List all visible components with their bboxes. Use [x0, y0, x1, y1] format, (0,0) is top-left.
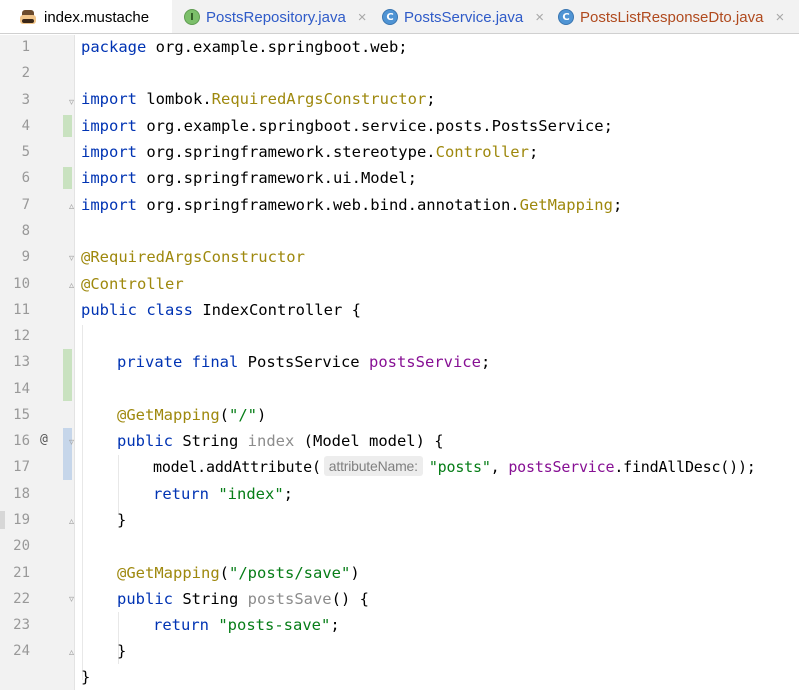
editor-tab-bar: index.mustache I PostsRepository.java × … [0, 0, 799, 34]
code-line[interactable]: import org.springframework.web.bind.anno… [81, 192, 622, 218]
line-number: 16 [13, 433, 30, 449]
fold-close-icon[interactable]: ▵ [66, 647, 77, 658]
fold-open-icon[interactable]: ▿ [66, 437, 77, 448]
indent-guide [82, 325, 83, 680]
line-number: 15 [13, 407, 30, 423]
line-number: 10 [13, 276, 30, 292]
code-line[interactable]: } [81, 664, 90, 690]
tab-label: PostsRepository.java [206, 8, 346, 26]
code-line[interactable]: return "index"; [153, 481, 293, 507]
tab-posts-repository[interactable]: I PostsRepository.java × [184, 0, 369, 33]
code-line[interactable]: public class IndexController { [81, 297, 361, 323]
code-line[interactable]: import lombok.RequiredArgsConstructor; [81, 86, 436, 112]
line-number: 7 [21, 197, 30, 213]
code-line[interactable]: model.addAttribute(attributeName: "posts"… [153, 454, 756, 480]
code-line[interactable]: @RequiredArgsConstructor [81, 244, 305, 270]
code-line[interactable]: public String index (Model model) { [117, 428, 444, 454]
line-number: 11 [13, 302, 30, 318]
tab-label: PostsListResponseDto.java [580, 8, 764, 26]
class-icon: C [558, 9, 574, 25]
line-number: 2 [21, 65, 30, 81]
line-number: 17 [13, 459, 30, 475]
line-number: 12 [13, 328, 30, 344]
tab-posts-list-response-dto[interactable]: C PostsListResponseDto.java × [558, 0, 799, 33]
code-line[interactable]: import org.springframework.ui.Model; [81, 165, 417, 191]
code-line[interactable]: private final PostsService postsService; [117, 349, 490, 375]
vcs-added-marker[interactable] [63, 115, 72, 137]
fold-close-icon[interactable]: ▵ [66, 201, 77, 212]
code-line[interactable]: import org.springframework.stereotype.Co… [81, 139, 538, 165]
tab-index-mustache[interactable]: index.mustache [0, 0, 172, 33]
line-number: 20 [13, 538, 30, 554]
code-line[interactable]: @GetMapping("/") [117, 402, 266, 428]
tab-label: PostsService.java [404, 8, 524, 26]
fold-close-icon[interactable]: ▵ [66, 516, 77, 527]
vcs-modified-marker[interactable] [63, 428, 72, 480]
mustache-file-icon [18, 9, 38, 25]
class-icon: C [382, 9, 398, 25]
line-number: 13 [13, 354, 30, 370]
line-number: 5 [21, 144, 30, 160]
fold-close-icon[interactable]: ▵ [66, 280, 77, 291]
code-line[interactable]: @GetMapping("/posts/save") [117, 560, 360, 586]
code-line[interactable]: } [117, 638, 126, 664]
close-tab-icon[interactable]: × [775, 9, 784, 26]
code-line[interactable]: } [117, 507, 126, 533]
fold-open-icon[interactable]: ▿ [66, 253, 77, 264]
line-number: 6 [21, 170, 30, 186]
code-line[interactable]: return "posts-save"; [153, 612, 340, 638]
override-marker-icon[interactable]: @ [40, 431, 48, 449]
code-line[interactable]: public String postsSave() { [117, 586, 369, 612]
line-number: 3 [21, 92, 30, 108]
breakpoint-stub [0, 511, 5, 529]
line-number: 18 [13, 486, 30, 502]
code-line[interactable]: package org.example.springboot.web; [81, 34, 408, 60]
close-tab-icon[interactable]: × [535, 9, 544, 26]
line-number: 8 [21, 223, 30, 239]
close-tab-icon[interactable]: × [358, 9, 367, 26]
fold-open-icon[interactable]: ▿ [66, 594, 77, 605]
tab-posts-service[interactable]: C PostsService.java × [382, 0, 547, 33]
line-number: 1 [21, 39, 30, 55]
line-number: 24 [13, 643, 30, 659]
line-number: 22 [13, 591, 30, 607]
code-line[interactable]: import org.example.springboot.service.po… [81, 113, 613, 139]
editor-gutter[interactable]: 1 2 3 4 5 6 7 8 9 10 11 12 13 14 15 16 1… [0, 35, 75, 690]
tab-label: index.mustache [44, 8, 150, 26]
line-number: 14 [13, 381, 30, 397]
line-number: 9 [21, 249, 30, 265]
fold-open-icon[interactable]: ▿ [66, 97, 77, 108]
vcs-added-marker[interactable] [63, 167, 72, 189]
line-number: 4 [21, 118, 30, 134]
line-number: 21 [13, 565, 30, 581]
code-editor[interactable]: 1 2 3 4 5 6 7 8 9 10 11 12 13 14 15 16 1… [0, 35, 799, 690]
interface-icon: I [184, 9, 200, 25]
code-line[interactable]: @Controller [81, 271, 184, 297]
line-number: 23 [13, 617, 30, 633]
indent-guide [118, 455, 119, 515]
parameter-hint: attributeName: [323, 456, 423, 476]
vcs-added-marker[interactable] [63, 349, 72, 401]
